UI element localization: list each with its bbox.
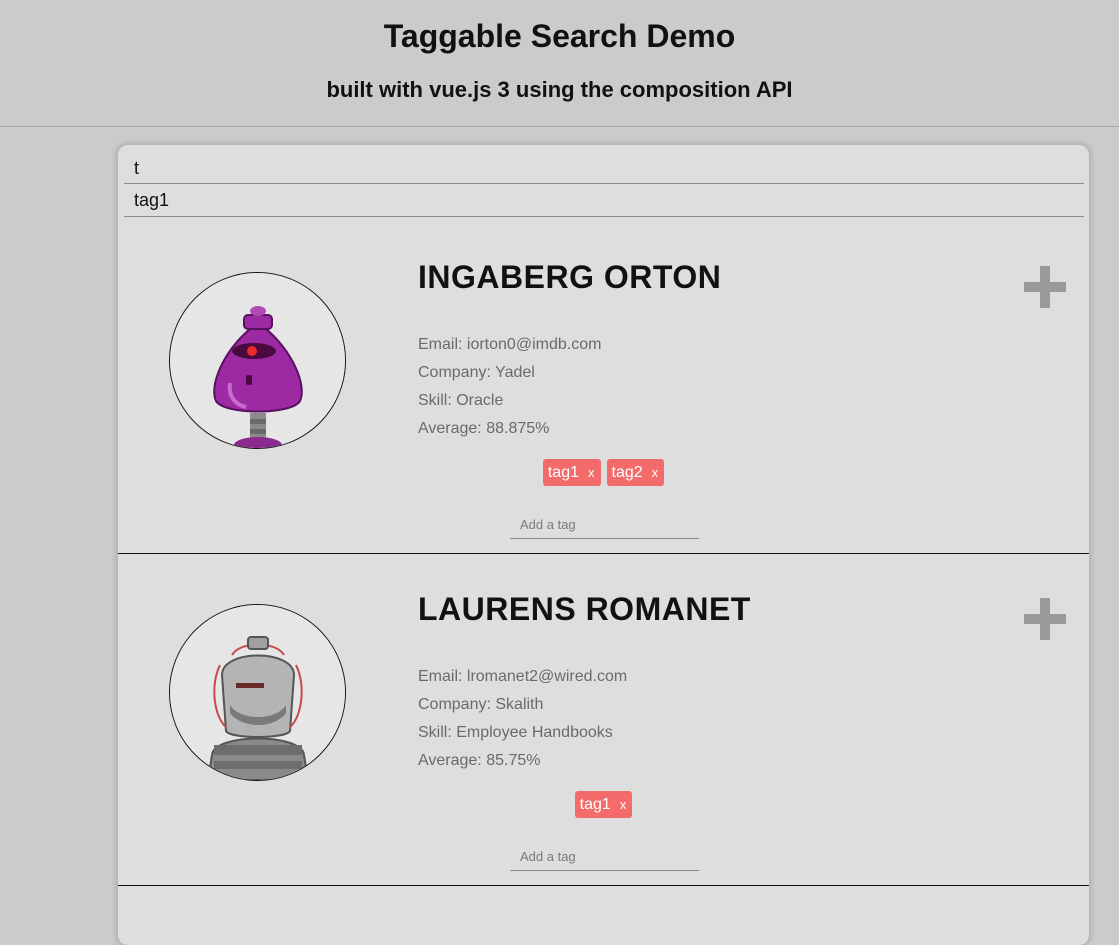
tag-chip: tag1 x xyxy=(574,791,633,818)
student-average: Average: 88.875% xyxy=(418,420,550,437)
page-header: Taggable Search Demo built with vue.js 3… xyxy=(0,0,1119,127)
student-company: Company: Skalith xyxy=(418,696,544,713)
tag-chip: tag1 x xyxy=(542,459,601,486)
page-subtitle: built with vue.js 3 using the compositio… xyxy=(326,77,793,102)
student-skill: Skill: Oracle xyxy=(418,392,504,409)
purple-robot-icon xyxy=(170,273,345,448)
student-name: LAURENS ROMANET xyxy=(418,591,751,627)
gray-robot-icon xyxy=(170,605,345,780)
page-title: Taggable Search Demo xyxy=(383,18,736,54)
student-list-card: INGABERG ORTON Email: iorton0@imdb.com C… xyxy=(118,145,1089,945)
student-card: INGABERG ORTON Email: iorton0@imdb.com C… xyxy=(118,221,1089,554)
student-card: LAURENS ROMANET Email: lromanet2@wired.c… xyxy=(118,553,1089,886)
tag-chip: tag2 x xyxy=(606,459,665,486)
student-skill: Skill: Employee Handbooks xyxy=(418,724,613,741)
student-average: Average: 85.75% xyxy=(418,752,541,769)
student-info: Email: iorton0@imdb.com Company: Yadel S… xyxy=(418,331,601,443)
search-by-name-input[interactable] xyxy=(124,153,1084,184)
student-info: Email: lromanet2@wired.com Company: Skal… xyxy=(418,663,627,775)
student-email: Email: lromanet2@wired.com xyxy=(418,668,628,685)
tag-list: tag1 x xyxy=(118,791,1089,818)
student-company: Company: Yadel xyxy=(418,364,535,381)
purple-robot-avatar xyxy=(169,272,346,449)
expand-plus-icon[interactable] xyxy=(1024,598,1066,640)
add-tag-input[interactable] xyxy=(510,842,699,871)
search-by-tag-input[interactable] xyxy=(124,185,1084,217)
student-email: Email: iorton0@imdb.com xyxy=(418,336,602,353)
tag-label: tag2 xyxy=(611,464,643,481)
tag-list: tag1 x tag2 x xyxy=(118,459,1089,486)
tag-remove-button[interactable]: x xyxy=(588,465,595,480)
expand-plus-icon[interactable] xyxy=(1024,266,1066,308)
tag-remove-button[interactable]: x xyxy=(620,797,627,812)
add-tag-input[interactable] xyxy=(510,510,699,539)
tag-label: tag1 xyxy=(547,464,579,481)
tag-label: tag1 xyxy=(579,796,611,813)
gray-robot-avatar xyxy=(169,604,346,781)
tag-remove-button[interactable]: x xyxy=(652,465,659,480)
student-name: INGABERG ORTON xyxy=(418,259,722,295)
